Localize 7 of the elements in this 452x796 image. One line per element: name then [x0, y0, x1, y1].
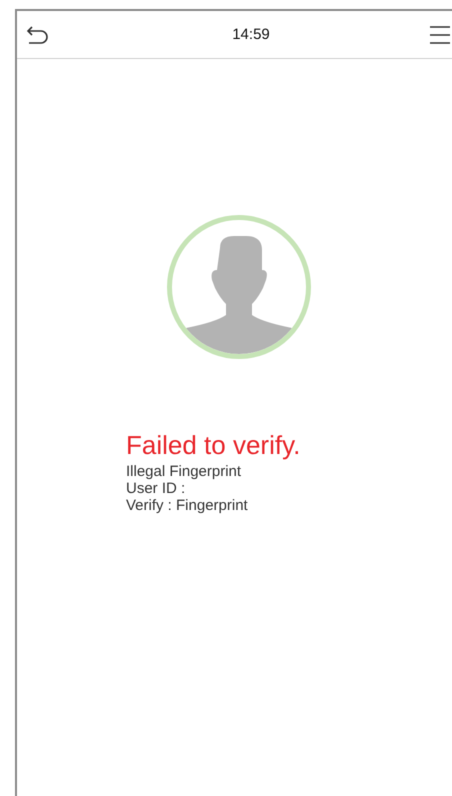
result-detail: Verify : Fingerprint: [126, 497, 249, 514]
result-detail: User ID :: [126, 480, 186, 497]
menu-icon[interactable]: [430, 26, 450, 44]
result-detail: Illegal Fingerprint: [126, 463, 242, 480]
clock-time: 14:59: [232, 26, 270, 43]
result-title: Failed to verify.: [126, 429, 302, 461]
back-icon[interactable]: [26, 26, 48, 44]
